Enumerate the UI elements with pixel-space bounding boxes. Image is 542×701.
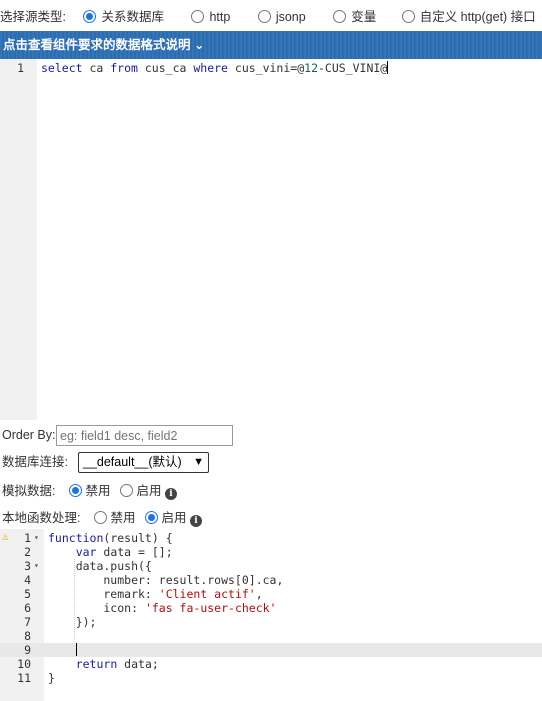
source-option-http[interactable]: http (191, 10, 230, 24)
radio-button[interactable] (119, 484, 133, 497)
source-option-db[interactable]: 关系数据库 (83, 10, 164, 24)
mock-data-label: 模拟数据: (2, 484, 56, 498)
line-number: 4 (24, 573, 31, 587)
db-connection-value: __default__(默认) (83, 455, 182, 469)
order-by-label: Order By: (2, 428, 56, 442)
code-text: } (48, 671, 55, 685)
line-number: 8 (24, 629, 31, 643)
code-text: remark: 'Client actif', (48, 587, 263, 601)
code-text: function(result) { (48, 531, 173, 545)
code-line[interactable]: 11} (0, 671, 542, 685)
code-line[interactable]: 9 (0, 643, 542, 657)
radio-button[interactable] (68, 484, 82, 497)
mock-data-off-option[interactable]: 禁用 (68, 484, 110, 498)
line-number: 11 (17, 671, 31, 685)
data-format-help-bar[interactable]: 点击查看组件要求的数据格式说明 ⌄ (0, 31, 542, 59)
code-line[interactable]: 8 (0, 629, 542, 643)
code-line[interactable]: 4 number: result.rows[0].ca, (0, 573, 542, 587)
local-function-label: 本地函数处理: (2, 511, 81, 525)
code-line[interactable]: 3 ▾ data.push({ (0, 559, 542, 573)
code-text: number: result.rows[0].ca, (48, 573, 284, 587)
code-line[interactable]: 10 return data; (0, 657, 542, 671)
sql-editor-gutter (0, 59, 37, 420)
js-function-editor[interactable]: ⚠ 1 ▾ function(result) {2 var data = []; 3 ▾… (0, 529, 542, 701)
info-icon[interactable]: i (164, 488, 177, 500)
order-by-row: Order By: (2, 425, 242, 446)
line-number: 1 (17, 61, 24, 75)
db-connection-row: 数据库连接: __default__(默认) ▼ (2, 452, 222, 473)
info-icon[interactable]: i (189, 515, 202, 527)
line-number: 3 (24, 559, 31, 573)
code-line[interactable]: 1 ▾ function(result) { (0, 531, 542, 545)
code-text: var data = []; (75, 545, 173, 559)
fold-arrow-icon[interactable]: ▾ (34, 559, 39, 573)
text-cursor (75, 643, 77, 656)
local-function-row: 本地函数处理: 禁用 启用 i (2, 508, 202, 528)
code-text: icon: 'fas fa-user-check' (48, 601, 277, 615)
text-cursor (387, 61, 389, 74)
code-text: }); (48, 615, 97, 629)
radio-button[interactable] (93, 511, 107, 524)
radio-button[interactable] (401, 10, 415, 23)
db-connection-select[interactable]: __default__(默认) ▼ (78, 452, 209, 473)
chevron-down-icon: ▼ (193, 456, 204, 468)
code-text (48, 643, 77, 657)
radio-button[interactable] (83, 10, 97, 23)
line-number: 1 (24, 531, 31, 545)
line-number: 10 (17, 657, 31, 671)
source-option-custom-http[interactable]: 自定义 http(get) 接口 (401, 10, 536, 24)
radio-button[interactable] (257, 10, 271, 23)
db-connection-label: 数据库连接: (2, 455, 68, 469)
fold-arrow-icon[interactable]: ▾ (34, 531, 39, 545)
source-type-row: 选择源类型: 关系数据库 http jsonp 变量 自定义 http(get)… (0, 6, 536, 26)
mock-data-row: 模拟数据: 禁用 启用 i (2, 481, 177, 501)
source-type-label: 选择源类型: (0, 10, 66, 24)
code-text: return data; (75, 657, 159, 671)
code-line[interactable]: 2 var data = []; (0, 545, 542, 559)
sql-text[interactable]: select ca from cus_ca where cus_vini=@12… (41, 61, 389, 76)
order-by-input[interactable] (56, 425, 233, 446)
source-option-jsonp[interactable]: jsonp (257, 10, 306, 24)
code-line[interactable]: 6 icon: 'fas fa-user-check' (0, 601, 542, 615)
line-number: 7 (24, 615, 31, 629)
line-number: 6 (24, 601, 31, 615)
line-number: 9 (24, 643, 31, 657)
code-text: data.push({ (48, 559, 152, 573)
source-option-variable[interactable]: 变量 (333, 10, 376, 24)
local-function-off-option[interactable]: 禁用 (93, 511, 135, 525)
radio-button[interactable] (191, 10, 205, 23)
radio-button[interactable] (333, 10, 347, 23)
line-number: 2 (24, 545, 31, 559)
code-line[interactable]: 5 remark: 'Client actif', (0, 587, 542, 601)
mock-data-on-option[interactable]: 启用 (119, 484, 161, 498)
help-bar-text: 点击查看组件要求的数据格式说明 ⌄ (3, 38, 205, 52)
sql-editor[interactable]: 1 select ca from cus_ca where cus_vini=@… (0, 59, 542, 420)
line-number: 5 (24, 587, 31, 601)
radio-button[interactable] (144, 511, 158, 524)
code-line[interactable]: 7 }); (0, 615, 542, 629)
local-function-on-option[interactable]: 启用 (144, 511, 186, 525)
